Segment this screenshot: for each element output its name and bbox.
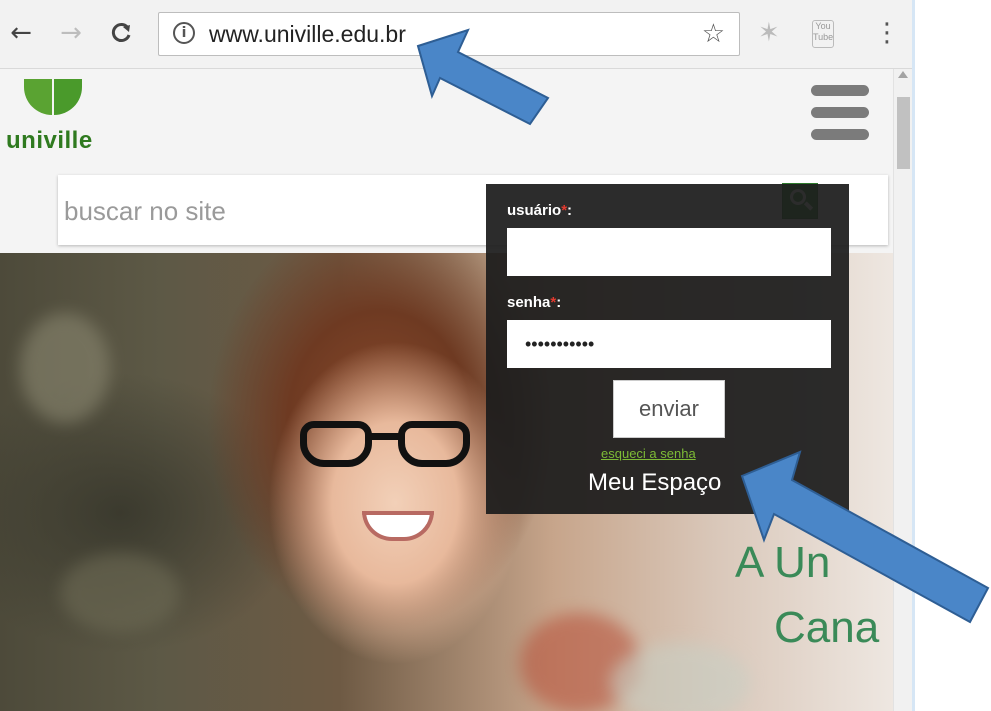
scroll-thumb[interactable] [897, 97, 910, 169]
vertical-dots-icon[interactable]: ⋮ [874, 18, 900, 48]
hamburger-icon[interactable] [811, 85, 869, 141]
reload-button[interactable] [106, 18, 136, 48]
meu-espaco-title: Meu Espaço [588, 469, 722, 496]
star-icon[interactable]: ☆ [702, 19, 725, 49]
login-panel: usuário*: senha*: enviar esqueci a senha… [486, 184, 849, 514]
hero-text-line2: Cana [774, 603, 880, 652]
forgot-password-link[interactable]: esqueci a senha [601, 446, 696, 461]
password-field[interactable] [507, 320, 831, 368]
browser-toolbar: ← → i www.univille.edu.br ☆ ✶ You Tube ⋮ [0, 0, 912, 69]
univille-logo[interactable]: univille [6, 75, 92, 155]
page-viewport: univille A Un Cana usuário*: [0, 69, 893, 711]
user-field[interactable] [507, 228, 831, 276]
extension-star-icon[interactable]: ✶ [758, 18, 780, 48]
address-bar[interactable]: i www.univille.edu.br ☆ [158, 12, 740, 56]
logo-leaf-left-icon [24, 79, 52, 115]
vertical-scrollbar[interactable] [893, 69, 913, 711]
back-button[interactable]: ← [6, 18, 36, 48]
user-label: usuário*: [507, 202, 573, 219]
scroll-up-icon[interactable] [898, 71, 908, 78]
forward-button[interactable]: → [56, 18, 86, 48]
site-header: univille [0, 69, 893, 157]
glasses-shape [300, 421, 490, 476]
hero-text-line1: A Un [735, 538, 831, 587]
logo-text: univille [6, 127, 93, 154]
url-text[interactable]: www.univille.edu.br [209, 21, 406, 48]
password-label: senha*: [507, 294, 562, 311]
info-icon[interactable]: i [173, 22, 195, 44]
window-edge [912, 0, 915, 711]
smile-shape [362, 511, 434, 541]
reload-icon [111, 23, 131, 42]
submit-button[interactable]: enviar [613, 380, 725, 438]
logo-leaf-right-icon [54, 79, 82, 115]
youtube-extension-icon[interactable]: You Tube [812, 20, 834, 48]
